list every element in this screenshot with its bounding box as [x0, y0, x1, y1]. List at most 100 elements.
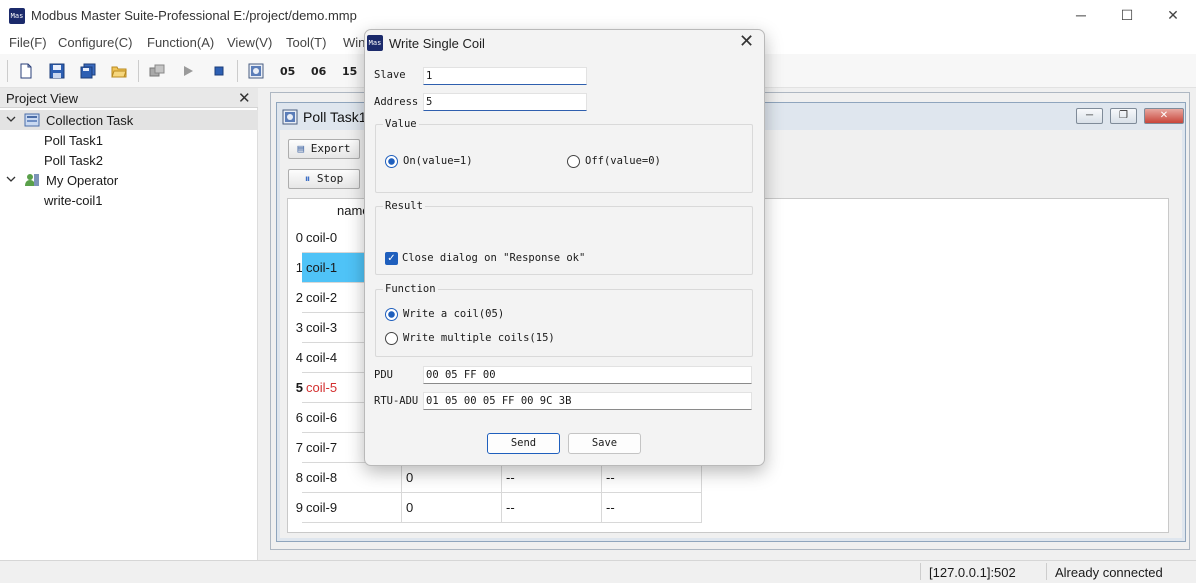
export-label: Export — [310, 142, 351, 155]
close-window-button[interactable]: ✕ — [1150, 0, 1196, 32]
task-icon[interactable] — [248, 63, 264, 79]
table-cell[interactable]: -- — [602, 493, 702, 523]
address-input[interactable]: 5 — [423, 93, 587, 111]
pause-icon: ⏸ — [304, 172, 311, 185]
project-view-title: Project View — [6, 91, 79, 106]
value-group-label: Value — [383, 118, 419, 130]
tree-item-my-operator[interactable]: My Operator — [0, 170, 258, 190]
function-15-button[interactable]: 15 — [342, 65, 357, 78]
write-coil-radio[interactable] — [385, 308, 398, 321]
app-logo-icon: Mas — [9, 8, 25, 24]
project-view-header: Project View ✕ — [0, 88, 258, 108]
table-cell-value[interactable]: 0 — [402, 493, 502, 523]
function-group — [375, 289, 753, 357]
operator-icon — [24, 172, 40, 191]
dialog-app-icon: Mas — [367, 35, 383, 51]
write-multiple-label[interactable]: Write multiple coils(15) — [403, 332, 555, 344]
row-number: 7 — [295, 440, 303, 455]
slave-label: Slave — [374, 69, 406, 81]
export-button[interactable]: ▤ Export — [288, 139, 360, 159]
address-label: Address — [374, 96, 419, 108]
write-multiple-radio[interactable] — [385, 332, 398, 345]
row-number: 4 — [295, 350, 303, 365]
stop-icon[interactable] — [211, 63, 227, 79]
menu-function[interactable]: Function(A) — [147, 35, 214, 50]
table-cell-value[interactable]: 0 — [402, 463, 502, 493]
status-separator — [1046, 563, 1047, 580]
tree-item-label: Poll Task1 — [44, 133, 104, 148]
close-on-ok-checkbox[interactable]: ✓ — [385, 252, 398, 265]
save-all-icon[interactable] — [80, 63, 96, 79]
child-close-button[interactable]: ✕ — [1144, 108, 1184, 124]
table-row[interactable]: coil-9 — [302, 493, 402, 523]
status-connection: Already connected — [1055, 565, 1163, 580]
menu-configure[interactable]: Configure(C) — [58, 35, 132, 50]
on-radio[interactable] — [385, 155, 398, 168]
tree-item-collection-task[interactable]: Collection Task — [0, 110, 258, 130]
toolbar-grip — [7, 60, 8, 82]
send-button[interactable]: Send — [487, 433, 560, 454]
toolbar-separator — [237, 60, 238, 82]
menu-file[interactable]: File(F) — [9, 35, 47, 50]
table-cell[interactable]: -- — [502, 493, 602, 523]
collection-icon — [24, 112, 40, 131]
new-file-icon[interactable] — [18, 63, 34, 79]
menu-window[interactable]: Win — [343, 35, 365, 50]
row-number: 6 — [295, 410, 303, 425]
rtu-adu-label: RTU-ADU — [374, 395, 419, 407]
function-05-button[interactable]: 05 — [280, 65, 295, 78]
dialog-title: Write Single Coil — [389, 36, 485, 51]
table-cell[interactable]: -- — [602, 463, 702, 493]
save-button[interactable]: Save — [568, 433, 641, 454]
chevron-down-icon[interactable] — [6, 113, 16, 128]
dialog-close-button[interactable]: ✕ — [739, 31, 754, 52]
tree-item-label: write-coil1 — [44, 193, 103, 208]
child-minimize-button[interactable]: ─ — [1076, 108, 1103, 124]
menu-tool[interactable]: Tool(T) — [286, 35, 326, 50]
save-icon[interactable] — [49, 63, 65, 79]
export-icon: ▤ — [297, 142, 305, 155]
slave-input[interactable]: 1 — [423, 67, 587, 85]
tree-item-poll-task1[interactable]: Poll Task1 — [0, 130, 258, 150]
tree-item-label: Collection Task — [46, 113, 134, 128]
pdu-field[interactable]: 00 05 FF 00 — [423, 366, 752, 384]
status-address: [127.0.0.1]:502 — [929, 565, 1016, 580]
minimize-button[interactable]: ─ — [1058, 0, 1104, 32]
tree-item-label: My Operator — [46, 173, 119, 188]
status-separator — [920, 563, 921, 580]
function-group-label: Function — [383, 283, 438, 295]
pdu-label: PDU — [374, 369, 393, 381]
open-folder-icon[interactable] — [111, 63, 127, 79]
row-number: 8 — [295, 470, 303, 485]
table-row[interactable]: coil-8 — [302, 463, 402, 493]
tree-item-label: Poll Task2 — [44, 153, 104, 168]
menu-view[interactable]: View(V) — [227, 35, 272, 50]
table-cell[interactable]: -- — [502, 463, 602, 493]
maximize-button[interactable]: ☐ — [1104, 0, 1150, 32]
close-on-ok-label[interactable]: Close dialog on "Response ok" — [402, 252, 585, 264]
row-number: 5 — [295, 380, 303, 395]
write-coil-label[interactable]: Write a coil(05) — [403, 308, 504, 320]
close-icon[interactable]: ✕ — [238, 89, 251, 107]
on-radio-label[interactable]: On(value=1) — [403, 155, 473, 167]
window-title: Modbus Master Suite-Professional E:/proj… — [31, 8, 357, 23]
poll-task-icon — [282, 109, 298, 128]
off-radio-label[interactable]: Off(value=0) — [585, 155, 661, 167]
tree-item-poll-task2[interactable]: Poll Task2 — [0, 150, 258, 170]
function-06-button[interactable]: 06 — [311, 65, 326, 78]
tree-item-write-coil1[interactable]: write-coil1 — [0, 190, 258, 210]
child-restore-button[interactable]: ❐ — [1110, 108, 1137, 124]
status-bar — [0, 560, 1196, 583]
row-number: 2 — [295, 290, 303, 305]
stop-button[interactable]: ⏸ Stop — [288, 169, 360, 189]
connect-icon[interactable] — [149, 63, 165, 79]
off-radio[interactable] — [567, 155, 580, 168]
chevron-down-icon[interactable] — [6, 173, 16, 188]
stop-label: Stop — [316, 172, 344, 185]
run-icon[interactable] — [180, 63, 196, 79]
row-number: 0 — [295, 230, 303, 245]
toolbar-separator — [138, 60, 139, 82]
row-number: 3 — [295, 320, 303, 335]
rtu-adu-field[interactable]: 01 05 00 05 FF 00 9C 3B — [423, 392, 752, 410]
result-group — [375, 206, 753, 275]
